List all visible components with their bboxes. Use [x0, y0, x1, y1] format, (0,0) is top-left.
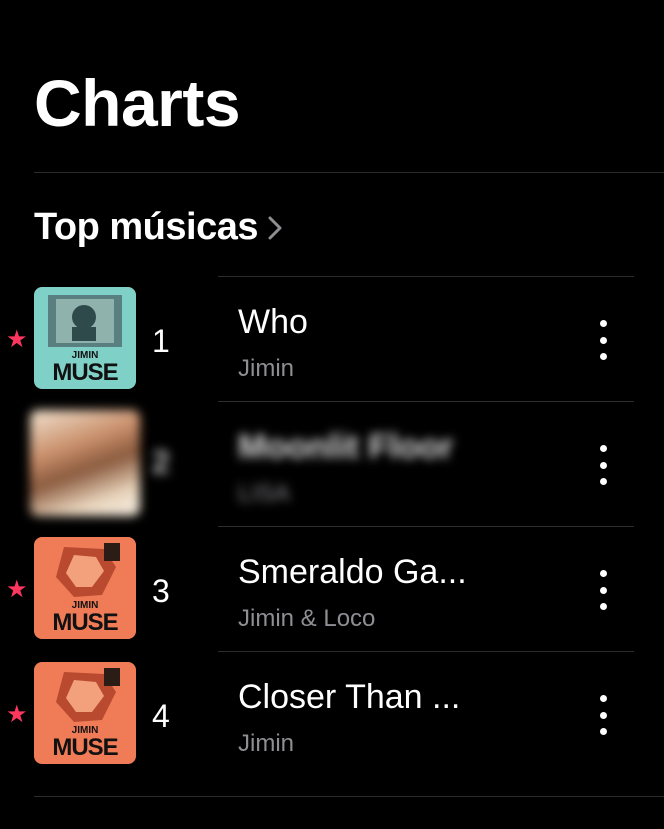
track-row-2[interactable]: 2 Moonlit Floor LISA [0, 402, 664, 526]
track-rank: 1 [152, 323, 170, 359]
album-art-blurred [30, 410, 140, 516]
more-vertical-icon-dot [599, 603, 607, 610]
chevron-right-icon [268, 216, 282, 239]
title-divider [34, 172, 664, 173]
top-songs-header[interactable]: Top músicas [34, 206, 282, 249]
album-art-muse: JIMIN MUSE [34, 287, 136, 389]
more-options-button[interactable] [588, 570, 618, 610]
more-vertical-icon-dot [599, 478, 607, 485]
star-icon: ★ [6, 576, 28, 603]
track-rank: 2 [152, 444, 170, 480]
track-row-1[interactable]: ★ JIMIN MUSE 1 Who Jimin [0, 277, 664, 401]
star-icon: ★ [6, 701, 28, 728]
track-row-3[interactable]: ★ JIMIN MUSE 3 Smeraldo Ga... Jimin & Lo… [0, 527, 664, 651]
album-art-title-text: MUSE [52, 734, 118, 761]
album-art-label: JIMIN MUSE [34, 351, 136, 385]
album-art-muse: JIMIN MUSE [34, 662, 136, 764]
more-options-button[interactable] [588, 695, 618, 735]
more-options-button[interactable] [588, 320, 618, 360]
more-vertical-icon-dot [599, 336, 607, 344]
more-vertical-icon-dot [599, 711, 607, 719]
track-title: Smeraldo Ga... [238, 553, 467, 591]
album-art-muse: JIMIN MUSE [34, 537, 136, 639]
album-art-label: JIMIN MUSE [34, 601, 136, 635]
more-vertical-icon-dot [599, 320, 607, 327]
list-bottom-divider [34, 796, 664, 797]
track-title: Closer Than ... [238, 678, 461, 716]
more-vertical-icon-dot [599, 586, 607, 594]
track-rank: 4 [152, 698, 170, 734]
more-vertical-icon-dot [599, 570, 607, 577]
track-artist: Jimin [238, 355, 295, 382]
star-icon: ★ [6, 326, 28, 353]
track-row-4[interactable]: ★ JIMIN MUSE 4 Closer Than ... Jimin [0, 652, 664, 776]
track-rank: 3 [152, 573, 170, 609]
track-artist: LISA [238, 480, 291, 507]
album-art-title-text: MUSE [52, 359, 118, 386]
more-vertical-icon-dot [599, 728, 607, 735]
album-art-title-text: MUSE [52, 609, 118, 636]
track-artist: Jimin [238, 730, 295, 757]
track-artist: Jimin & Loco [238, 605, 376, 632]
page-title: Charts [34, 66, 241, 140]
more-vertical-icon-dot [599, 461, 607, 469]
track-title: Who [238, 303, 308, 341]
track-title: Moonlit Floor [238, 428, 454, 466]
album-art-label: JIMIN MUSE [34, 726, 136, 760]
more-vertical-icon-dot [599, 445, 607, 452]
more-options-button[interactable] [588, 445, 618, 485]
section-title: Top músicas [34, 206, 258, 248]
more-vertical-icon-dot [599, 695, 607, 702]
more-vertical-icon-dot [599, 353, 607, 360]
